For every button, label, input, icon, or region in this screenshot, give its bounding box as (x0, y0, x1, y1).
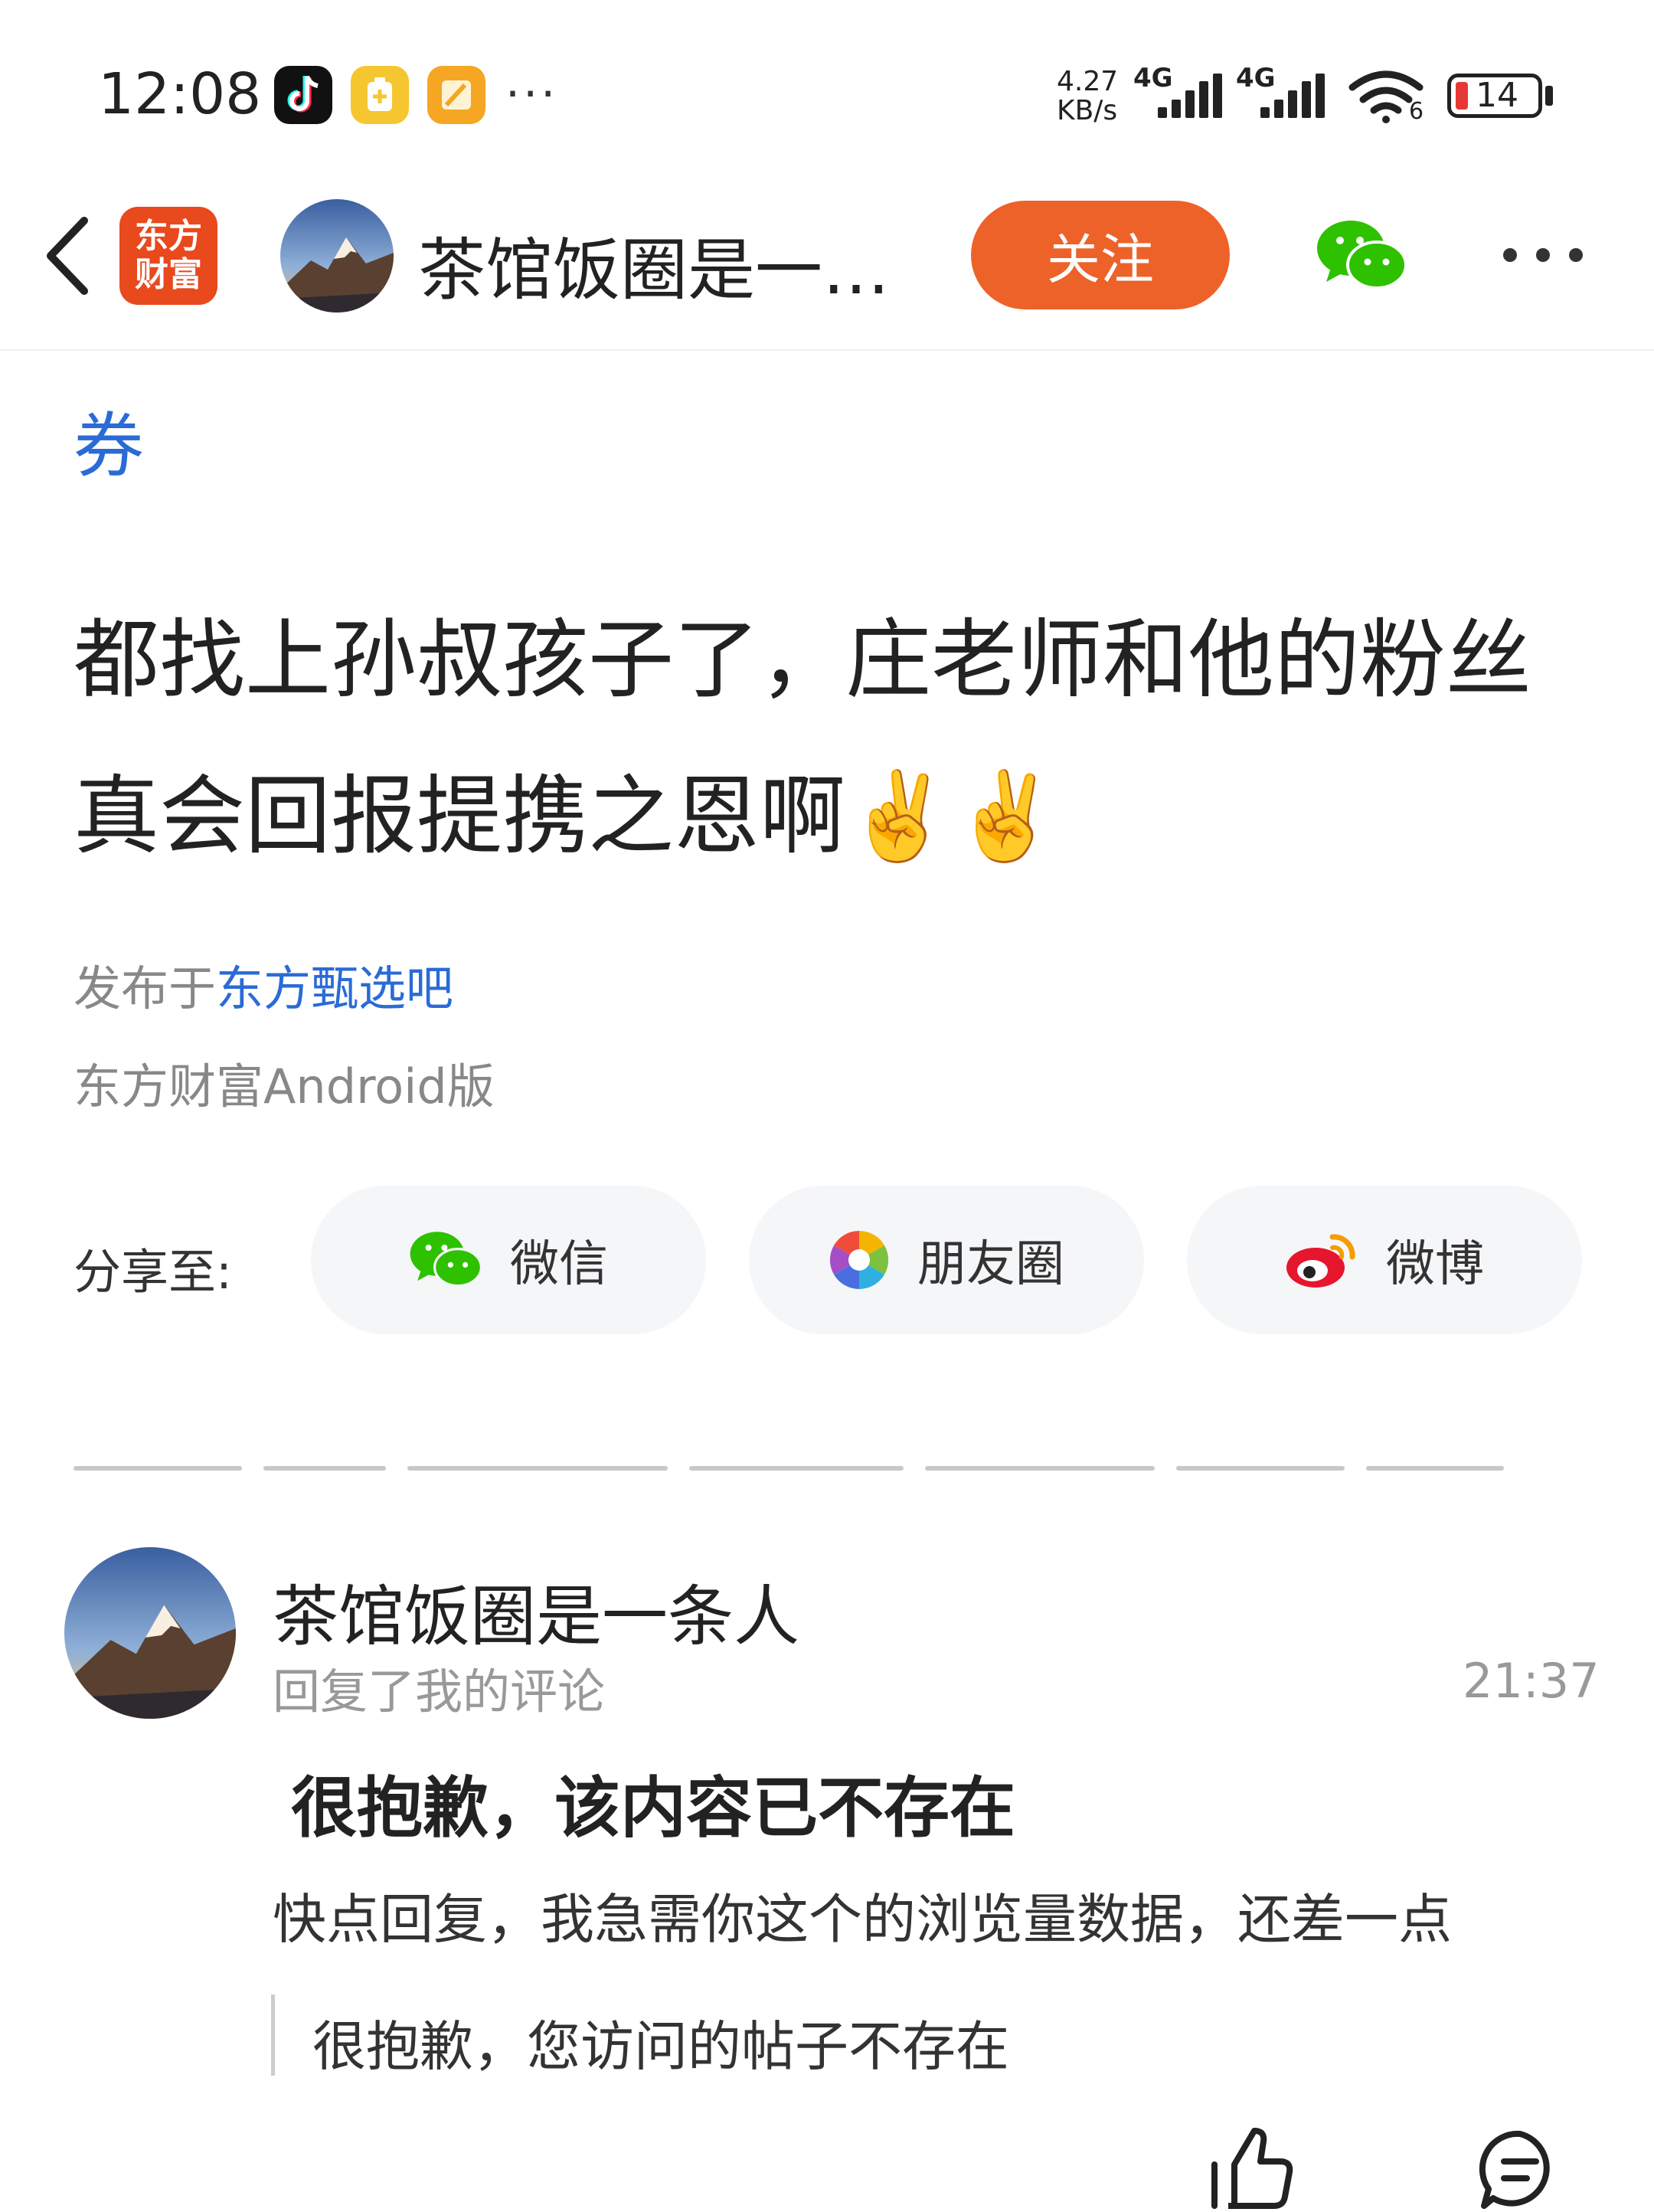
status-time: 12:08 (98, 61, 262, 127)
weibo-icon (1286, 1234, 1355, 1288)
quoted-post[interactable]: 很抱歉，您访问的帖子不存在 (312, 2004, 1009, 2081)
battery-app-icon (351, 66, 409, 124)
app-logo[interactable]: 东方 财富 (119, 207, 217, 305)
client-info: 东方财富Android版 (74, 1059, 495, 1114)
deleted-notice: 很抱歉，该内容已不存在 (291, 1770, 1015, 1847)
post-tag[interactable]: 券 (74, 389, 144, 491)
victory-emoji: ✌️✌️ (845, 767, 1059, 866)
share-moments-button[interactable]: 朋友圈 (749, 1186, 1144, 1334)
quote-bar (271, 1994, 275, 2076)
signal-bars-icon (1260, 74, 1325, 118)
share-label: 分享至: (74, 1244, 232, 1300)
author-avatar[interactable] (280, 199, 394, 312)
battery-fill (1456, 82, 1468, 110)
back-arrow-icon[interactable] (38, 210, 100, 302)
battery-tip (1545, 86, 1553, 106)
signal-bars-icon (1158, 74, 1222, 118)
disclaimer-cutoff (74, 1455, 1574, 1471)
wechat-share-icon[interactable] (1316, 218, 1407, 294)
moments-icon (829, 1230, 889, 1290)
battery-level: 14 (1476, 76, 1518, 115)
follow-button[interactable]: 关注 (971, 201, 1230, 309)
battery-indicator: 14 (1447, 74, 1542, 118)
header-title: 茶馆饭圈是一… (418, 231, 891, 309)
commenter-name[interactable]: 茶馆饭圈是一条人 (273, 1562, 799, 1658)
comment-icon[interactable] (1478, 2128, 1562, 2212)
comment-time: 21:37 (1463, 1653, 1600, 1709)
share-weibo-button[interactable]: 微博 (1187, 1186, 1582, 1334)
status-more-dots: ··· (505, 67, 559, 121)
tiktok-app-icon (274, 66, 332, 124)
commenter-avatar[interactable] (64, 1547, 236, 1719)
notes-app-icon (427, 66, 485, 124)
forum-link[interactable]: 东方甄选吧 (216, 960, 453, 1016)
network-speed: 4.27 KB/s (1057, 66, 1119, 126)
post-title: 都找上孙叔孩子了，庄老师和他的粉丝真会回报提携之恩啊✌️✌️ (74, 610, 1531, 866)
header-divider (0, 349, 1654, 351)
share-wechat-button[interactable]: 微信 (311, 1186, 706, 1334)
tiktok-note-icon (287, 75, 319, 113)
comment-action: 回复了我的评论 (273, 1664, 606, 1720)
mountain-avatar-icon (280, 199, 394, 312)
mountain-avatar-icon (64, 1547, 236, 1719)
like-icon[interactable] (1208, 2126, 1294, 2210)
wechat-icon (410, 1232, 482, 1288)
wifi-badge: 6 (1409, 98, 1424, 125)
published-in: 发布于东方甄选吧 (74, 960, 454, 1016)
reply-text[interactable]: 快点回复，我急需你这个的浏览量数据，还差一点 (273, 1877, 1590, 1954)
more-options-icon[interactable] (1501, 244, 1585, 267)
